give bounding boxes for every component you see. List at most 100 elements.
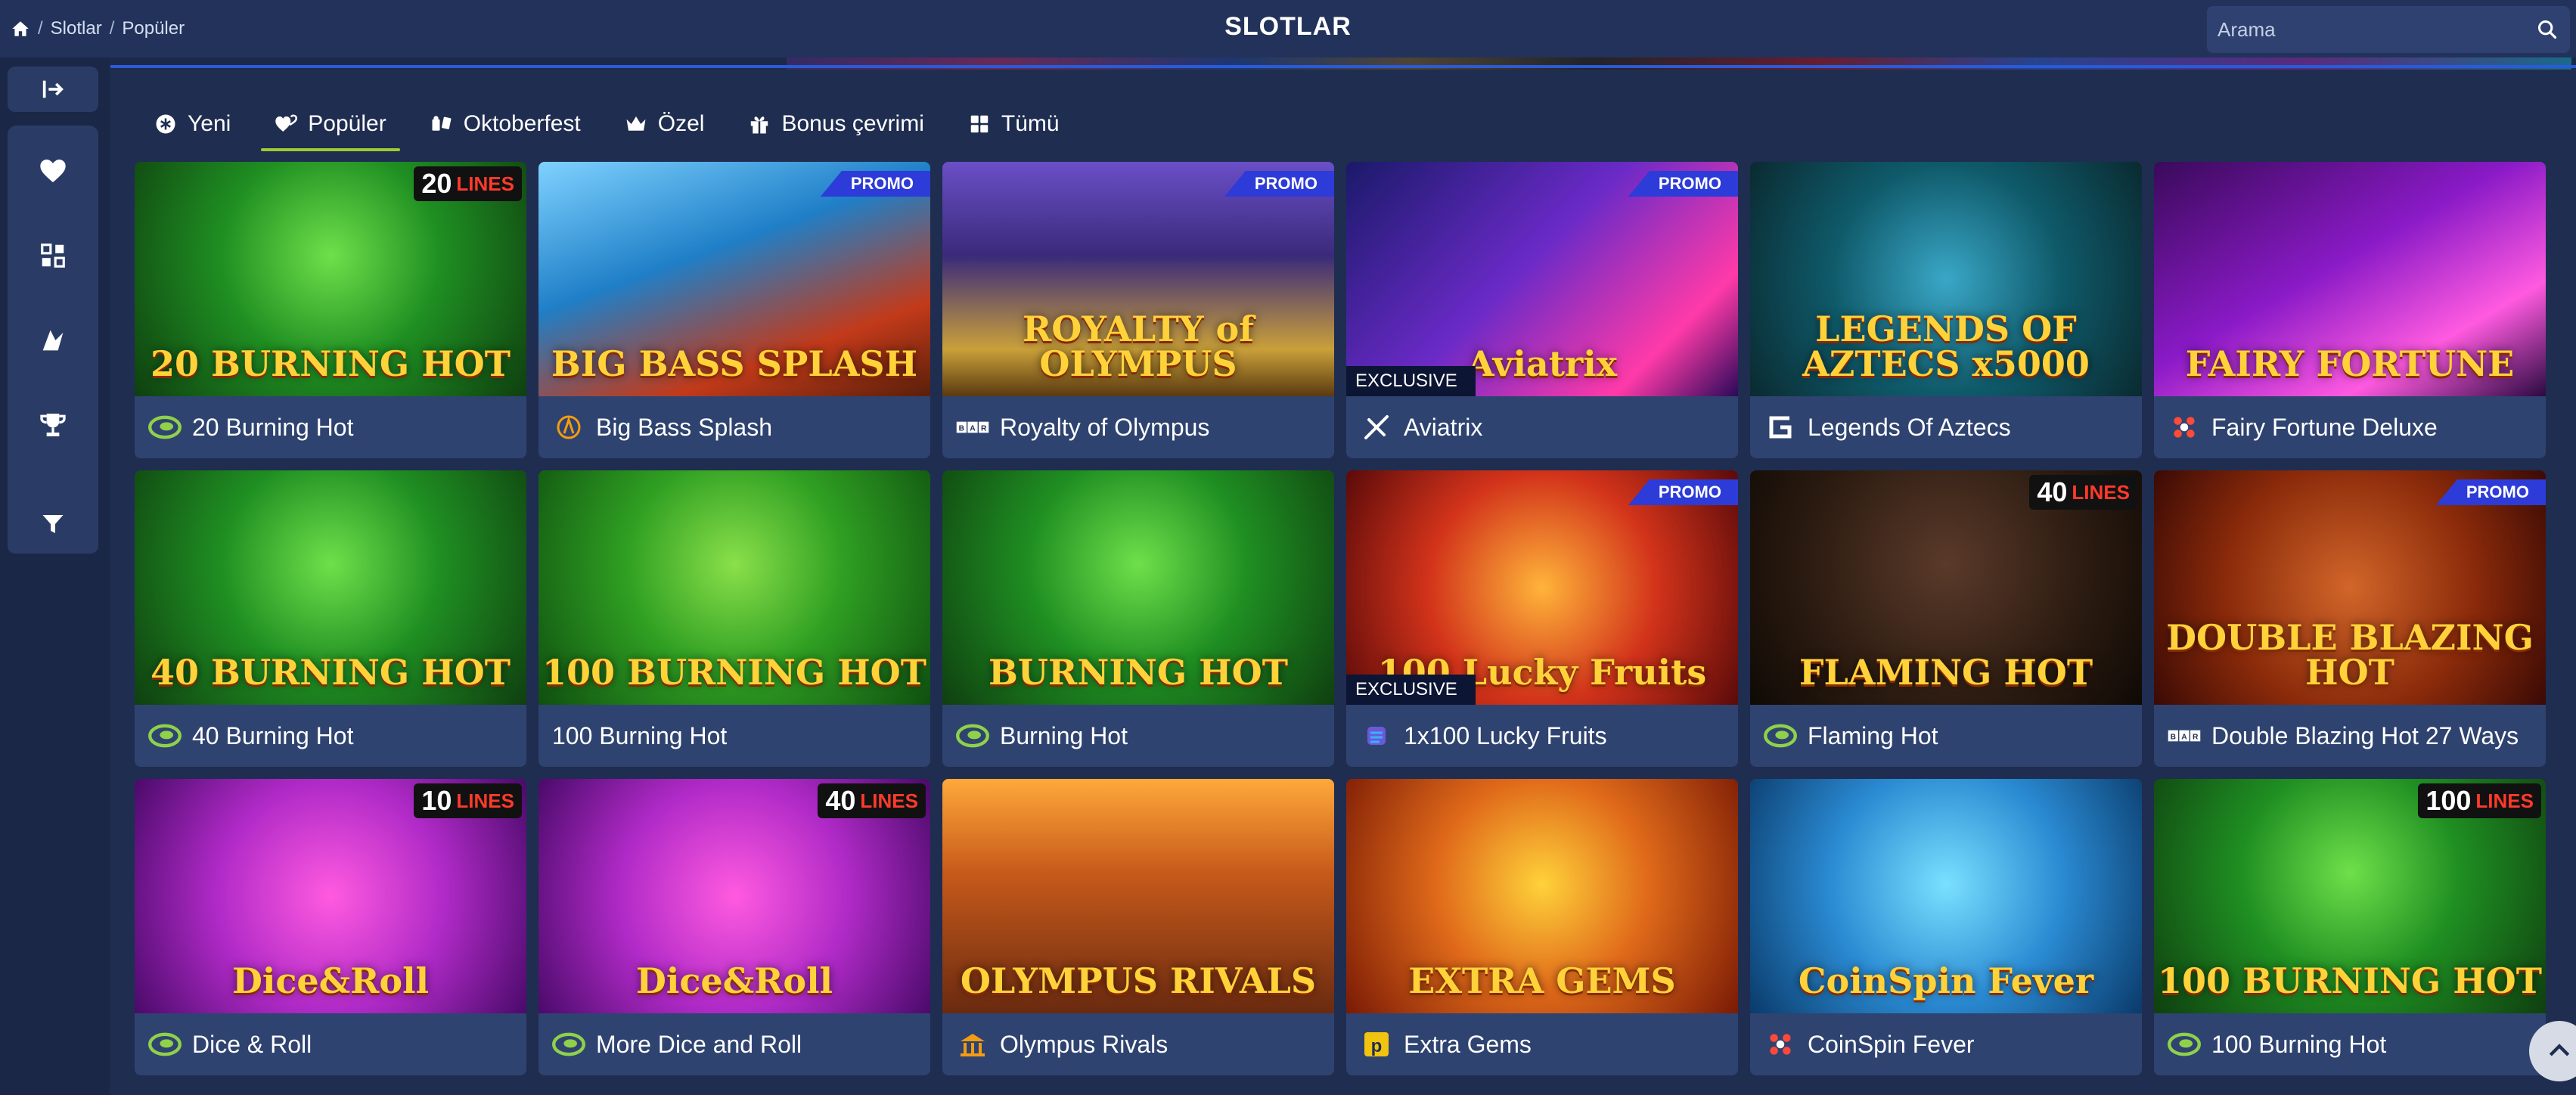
- provider-dots-icon: [2168, 411, 2201, 444]
- game-card[interactable]: 100 BURNING HOT 100 Burning Hot: [538, 470, 930, 767]
- promo-badge: PROMO: [2435, 479, 2546, 505]
- game-caption[interactable]: Burning Hot: [942, 705, 1334, 767]
- lines-count: 10: [421, 785, 452, 816]
- game-caption[interactable]: Aviatrix: [1346, 396, 1738, 458]
- breadcrumb-item-slotlar[interactable]: Slotlar: [51, 18, 102, 39]
- promo-badge: PROMO: [820, 171, 930, 197]
- game-thumbnail-title: Dice&Roll: [635, 960, 833, 1001]
- game-caption[interactable]: B A R Royalty of Olympus: [942, 396, 1334, 458]
- game-thumbnail[interactable]: 100 Lucky Fruits PROMO EXCLUSIVE: [1346, 470, 1738, 705]
- game-thumbnail[interactable]: Dice&Roll 40 LINES: [538, 779, 930, 1013]
- game-thumbnail[interactable]: 100 BURNING HOT: [538, 470, 930, 705]
- game-card[interactable]: Aviatrix PROMO EXCLUSIVE Aviatrix: [1346, 162, 1738, 458]
- game-caption[interactable]: Olympus Rivals: [942, 1013, 1334, 1075]
- asterisk-icon: [156, 114, 175, 134]
- game-thumbnail[interactable]: FLAMING HOT 40 LINES: [1750, 470, 2142, 705]
- breadcrumb-separator: /: [109, 18, 115, 39]
- svg-text:R: R: [2193, 733, 2199, 741]
- game-caption[interactable]: 100 Burning Hot: [2154, 1013, 2546, 1075]
- game-thumbnail[interactable]: 20 BURNING HOT 20 LINES: [135, 162, 526, 396]
- game-card[interactable]: BIG BASS SPLASH PROMO Big Bass Splash: [538, 162, 930, 458]
- game-caption[interactable]: 100 Burning Hot: [538, 705, 930, 767]
- game-name: Big Bass Splash: [596, 413, 773, 441]
- game-card[interactable]: DOUBLE BLAZING HOT PROMO B A R Double Blazing…: [2154, 470, 2546, 767]
- tab-tumu[interactable]: Tümü: [954, 100, 1073, 148]
- game-caption[interactable]: Dice & Roll: [135, 1013, 526, 1075]
- filter-button[interactable]: [8, 495, 98, 554]
- exclusive-label: EXCLUSIVE: [1355, 679, 1457, 699]
- game-card[interactable]: FLAMING HOT 40 LINES Flaming Hot: [1750, 470, 2142, 767]
- game-thumbnail[interactable]: EXTRA GEMS: [1346, 779, 1738, 1013]
- game-caption[interactable]: 20 Burning Hot: [135, 396, 526, 458]
- game-thumbnail[interactable]: FAIRY FORTUNE: [2154, 162, 2546, 396]
- svg-text:R: R: [981, 424, 987, 433]
- game-thumbnail[interactable]: ROYALTY of OLYMPUS PROMO: [942, 162, 1334, 396]
- home-icon[interactable]: [11, 19, 30, 39]
- provider-barbarabang-icon: BAR: [2168, 719, 2201, 752]
- game-card[interactable]: CoinSpin Fever CoinSpin Fever: [1750, 779, 2142, 1075]
- game-thumbnail[interactable]: 100 BURNING HOT 100 LINES: [2154, 779, 2546, 1013]
- tab-bonus-cevrimi[interactable]: Bonus çevrimi: [734, 100, 937, 148]
- collapse-sidebar-button[interactable]: [8, 67, 98, 112]
- game-caption[interactable]: Flaming Hot: [1750, 705, 2142, 767]
- lines-label: LINES: [2475, 789, 2534, 812]
- game-caption[interactable]: p Extra Gems: [1346, 1013, 1738, 1075]
- svg-text:B: B: [2171, 733, 2176, 741]
- categories-grid-icon[interactable]: [8, 225, 98, 286]
- game-card[interactable]: 100 BURNING HOT 100 LINES 100 Burning Hot: [2154, 779, 2546, 1075]
- lines-badge: 20 LINES: [414, 166, 522, 201]
- game-card[interactable]: BURNING HOT Burning Hot: [942, 470, 1334, 767]
- game-thumbnail[interactable]: BURNING HOT: [942, 470, 1334, 705]
- game-card[interactable]: EXTRA GEMS p Extra Gems: [1346, 779, 1738, 1075]
- svg-text:p: p: [1371, 1036, 1383, 1056]
- game-card[interactable]: 20 BURNING HOT 20 LINES 20 Burning Hot: [135, 162, 526, 458]
- game-thumbnail[interactable]: 40 BURNING HOT: [135, 470, 526, 705]
- game-caption[interactable]: More Dice and Roll: [538, 1013, 930, 1075]
- game-caption[interactable]: Legends Of Aztecs: [1750, 396, 2142, 458]
- tab-label: Bonus çevrimi: [781, 111, 924, 136]
- game-card[interactable]: Dice&Roll 40 LINES More Dice and Roll: [538, 779, 930, 1075]
- game-thumbnail-title: OLYMPUS RIVALS: [960, 960, 1317, 1001]
- search-input[interactable]: [2207, 17, 2525, 42]
- game-thumbnail[interactable]: OLYMPUS RIVALS: [942, 779, 1334, 1013]
- provider-egt-icon: [148, 411, 182, 444]
- game-caption[interactable]: CoinSpin Fever: [1750, 1013, 2142, 1075]
- game-card[interactable]: FAIRY FORTUNE Fairy Fortune Deluxe: [2154, 162, 2546, 458]
- tournaments-trophy-icon[interactable]: [8, 395, 98, 455]
- game-thumbnail-title: EXTRA GEMS: [1408, 960, 1676, 1001]
- game-thumbnail[interactable]: DOUBLE BLAZING HOT PROMO: [2154, 470, 2546, 705]
- provider-p-icon: p: [1360, 1028, 1393, 1061]
- game-card[interactable]: ROYALTY of OLYMPUS PROMO B A R Royalty of Oly…: [942, 162, 1334, 458]
- provider-pragmatic-icon: [552, 411, 585, 444]
- banner-divider: [110, 65, 2576, 68]
- game-name: Dice & Roll: [192, 1030, 312, 1058]
- game-thumbnail[interactable]: CoinSpin Fever: [1750, 779, 2142, 1013]
- game-caption[interactable]: Big Bass Splash: [538, 396, 930, 458]
- tab-oktoberfest[interactable]: Oktoberfest: [417, 100, 594, 148]
- lines-count: 40: [825, 785, 856, 816]
- game-thumbnail[interactable]: Aviatrix PROMO EXCLUSIVE: [1346, 162, 1738, 396]
- providers-icon[interactable]: [8, 310, 98, 371]
- game-caption[interactable]: 40 Burning Hot: [135, 705, 526, 767]
- promo-badge: PROMO: [1224, 171, 1334, 197]
- provider-barbarabang-icon: BAR: [956, 411, 989, 444]
- tab-ozel[interactable]: Özel: [611, 100, 718, 148]
- search-icon[interactable]: [2525, 6, 2570, 53]
- game-caption[interactable]: 1x100 Lucky Fruits: [1346, 705, 1738, 767]
- tab-populer[interactable]: Popüler: [261, 100, 401, 151]
- game-name: CoinSpin Fever: [1808, 1030, 1975, 1058]
- game-caption[interactable]: B A R Double Blazing Hot 27 Ways: [2154, 705, 2546, 767]
- game-caption[interactable]: Fairy Fortune Deluxe: [2154, 396, 2546, 458]
- main-content: Yeni Popüler Oktoberfest Özel Bonus çevr…: [110, 70, 2576, 1095]
- game-thumbnail[interactable]: LEGENDS OF AZTECS x5000: [1750, 162, 2142, 396]
- tab-yeni[interactable]: Yeni: [141, 100, 244, 148]
- game-card[interactable]: 100 Lucky Fruits PROMO EXCLUSIVE 1x100 Luck…: [1346, 470, 1738, 767]
- game-card[interactable]: OLYMPUS RIVALS Olympus Rivals: [942, 779, 1334, 1075]
- game-thumbnail-title: FAIRY FORTUNE: [2185, 343, 2515, 384]
- game-card[interactable]: LEGENDS OF AZTECS x5000 Legends Of Aztecs: [1750, 162, 2142, 458]
- game-thumbnail[interactable]: BIG BASS SPLASH PROMO: [538, 162, 930, 396]
- game-card[interactable]: 40 BURNING HOT 40 Burning Hot: [135, 470, 526, 767]
- game-card[interactable]: Dice&Roll 10 LINES Dice & Roll: [135, 779, 526, 1075]
- favorites-heart-icon[interactable]: [8, 141, 98, 201]
- game-thumbnail[interactable]: Dice&Roll 10 LINES: [135, 779, 526, 1013]
